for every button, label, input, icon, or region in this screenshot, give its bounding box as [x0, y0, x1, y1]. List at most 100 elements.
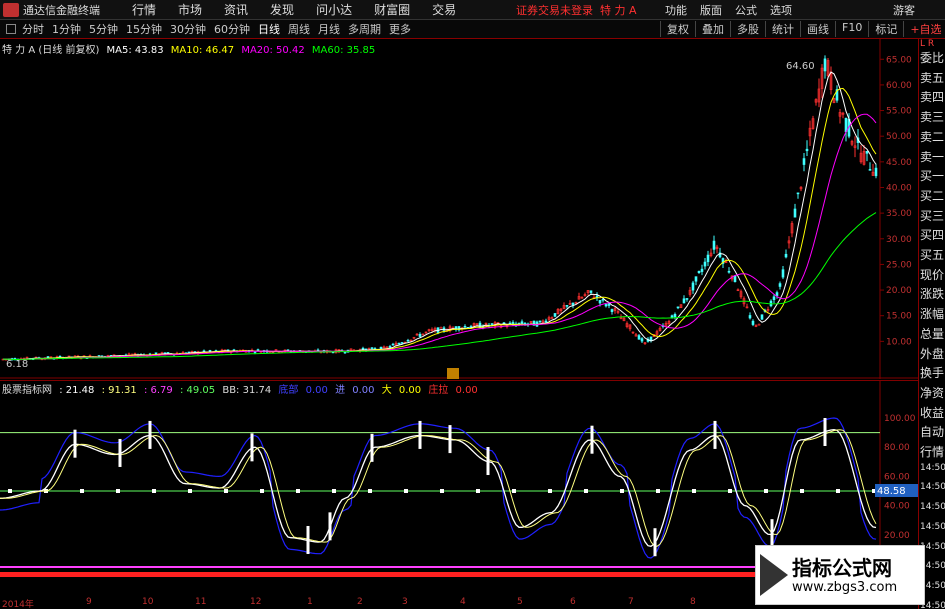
period-30min[interactable]: 30分钟	[170, 21, 206, 37]
menu-discover[interactable]: 发现	[270, 1, 294, 18]
price-tick-label: 60.00	[886, 81, 912, 91]
signal-bar	[486, 447, 490, 476]
menu-quotes[interactable]: 行情	[132, 1, 156, 18]
side-panel-item[interactable]: 涨跌	[920, 285, 945, 302]
candle-body	[757, 323, 761, 326]
side-panel-item[interactable]: 买四	[920, 226, 945, 243]
candle-body	[253, 351, 257, 354]
side-panel-item[interactable]: 买五	[920, 246, 945, 263]
side-panel-item[interactable]: 收益	[920, 404, 945, 421]
side-panel-item[interactable]: 行情	[920, 443, 945, 460]
candle-body	[640, 338, 644, 342]
side-panel-item[interactable]: 委比	[920, 49, 945, 66]
period-weekly[interactable]: 周线	[288, 21, 310, 37]
tool-stats[interactable]: 统计	[765, 21, 800, 37]
side-panel-item[interactable]: 外盘	[920, 345, 945, 362]
side-panel-item[interactable]: 净资	[920, 384, 945, 401]
login-status[interactable]: 证券交易未登录 特 力 A	[516, 2, 637, 18]
mid-line-dot	[368, 489, 372, 493]
mid-line-dot	[800, 489, 804, 493]
tool-draw[interactable]: 画线	[800, 21, 835, 37]
menu-layout[interactable]: 版面	[700, 2, 722, 18]
collapse-icon[interactable]	[6, 24, 16, 34]
menu-ask[interactable]: 问小达	[316, 1, 352, 18]
candle-body	[637, 335, 641, 340]
side-panel-item[interactable]: 买二	[920, 187, 945, 204]
ma5-value: MA5: 43.83	[106, 45, 164, 56]
date-axis-label: 2014年	[2, 600, 34, 609]
side-panel-item[interactable]: 卖一	[920, 148, 945, 165]
mid-line-dot	[296, 489, 300, 493]
candle-body	[760, 314, 764, 320]
tool-multi-stock[interactable]: 多股	[730, 21, 765, 37]
tool-overlay[interactable]: 叠加	[695, 21, 730, 37]
side-panel-item[interactable]: 卖三	[920, 108, 945, 125]
menu-news[interactable]: 资讯	[224, 1, 248, 18]
period-5min[interactable]: 5分钟	[89, 21, 118, 37]
indicator-v4: : 49.05	[179, 385, 216, 396]
price-tick-label: 50.00	[886, 132, 912, 142]
candle-body	[748, 315, 752, 319]
side-panel-item[interactable]: 卖五	[920, 69, 945, 86]
candle-body	[802, 158, 806, 165]
ma10-line	[3, 87, 877, 360]
mid-line-dot	[116, 489, 120, 493]
signal-bar	[448, 425, 452, 454]
indicator-bb: BB: 31.74	[222, 385, 272, 396]
period-intraday[interactable]: 分时	[22, 21, 44, 37]
tool-f10[interactable]: F10	[835, 21, 868, 37]
indicator-name[interactable]: 股票指标网	[2, 385, 52, 396]
menu-wealth[interactable]: 财富圈	[374, 1, 410, 18]
period-1min[interactable]: 1分钟	[52, 21, 81, 37]
tool-adjust[interactable]: 复权	[660, 21, 695, 37]
period-60min[interactable]: 60分钟	[214, 21, 250, 37]
candle-body	[691, 282, 695, 291]
side-panel-item[interactable]: 卖四	[920, 88, 945, 105]
candle-body	[778, 283, 782, 287]
indicator-white-line	[0, 429, 877, 547]
candle-body	[823, 58, 827, 72]
tool-mark[interactable]: 标记	[868, 21, 903, 37]
side-panel-item[interactable]: 卖二	[920, 128, 945, 145]
side-panel-item[interactable]: 14:50	[920, 522, 945, 532]
signal-bar	[73, 429, 77, 458]
period-daily[interactable]: 日线	[258, 21, 280, 37]
period-multi[interactable]: 多周期	[348, 21, 381, 37]
date-axis-label: 8	[690, 597, 696, 607]
candle-body	[700, 268, 704, 272]
side-panel-item[interactable]: 涨幅	[920, 305, 945, 322]
menu-formula[interactable]: 公式	[735, 2, 757, 18]
side-panel-item[interactable]: 自动	[920, 423, 945, 440]
period-more[interactable]: 更多	[389, 21, 411, 37]
side-panel-item[interactable]: 14:50	[920, 463, 945, 473]
side-panel-item[interactable]: 现价	[920, 266, 945, 283]
menu-options[interactable]: 选项	[770, 2, 792, 18]
side-panel-item[interactable]: 总量	[920, 325, 945, 342]
indicator-blue-line	[0, 417, 877, 559]
menu-function[interactable]: 功能	[665, 2, 687, 18]
side-panel-item[interactable]: 14:50	[920, 482, 945, 492]
side-panel-item[interactable]: 买一	[920, 167, 945, 184]
guest-user[interactable]: 游客	[893, 2, 915, 18]
ma20-line	[3, 113, 877, 360]
event-marker-icon[interactable]	[447, 368, 459, 379]
period-monthly[interactable]: 月线	[318, 21, 340, 37]
candlestick-chart[interactable]: 65.00 60.00 55.00 50.00 45.00 40.00 35.00 30.00…	[0, 39, 918, 379]
period-15min[interactable]: 15分钟	[126, 21, 162, 37]
tool-add-favorite[interactable]: +自选	[903, 21, 945, 37]
price-tick-label: 10.00	[886, 337, 912, 347]
mid-line-dot	[152, 489, 156, 493]
mid-line-dot	[656, 489, 660, 493]
price-tick-label: 65.00	[886, 55, 912, 65]
candle-body	[649, 336, 653, 341]
menu-market[interactable]: 市场	[178, 1, 202, 18]
indicator-tick-label: 60.00	[884, 472, 910, 482]
side-panel-item[interactable]: 14:50	[920, 502, 945, 512]
panel-corner[interactable]: L R	[920, 39, 934, 49]
side-panel-item[interactable]: 换手	[920, 364, 945, 381]
menu-trade[interactable]: 交易	[432, 1, 456, 18]
price-tick-label: 45.00	[886, 158, 912, 168]
signal-bar	[590, 425, 594, 454]
indicator-v2: : 91.31	[101, 385, 137, 396]
side-panel-item[interactable]: 买三	[920, 207, 945, 224]
